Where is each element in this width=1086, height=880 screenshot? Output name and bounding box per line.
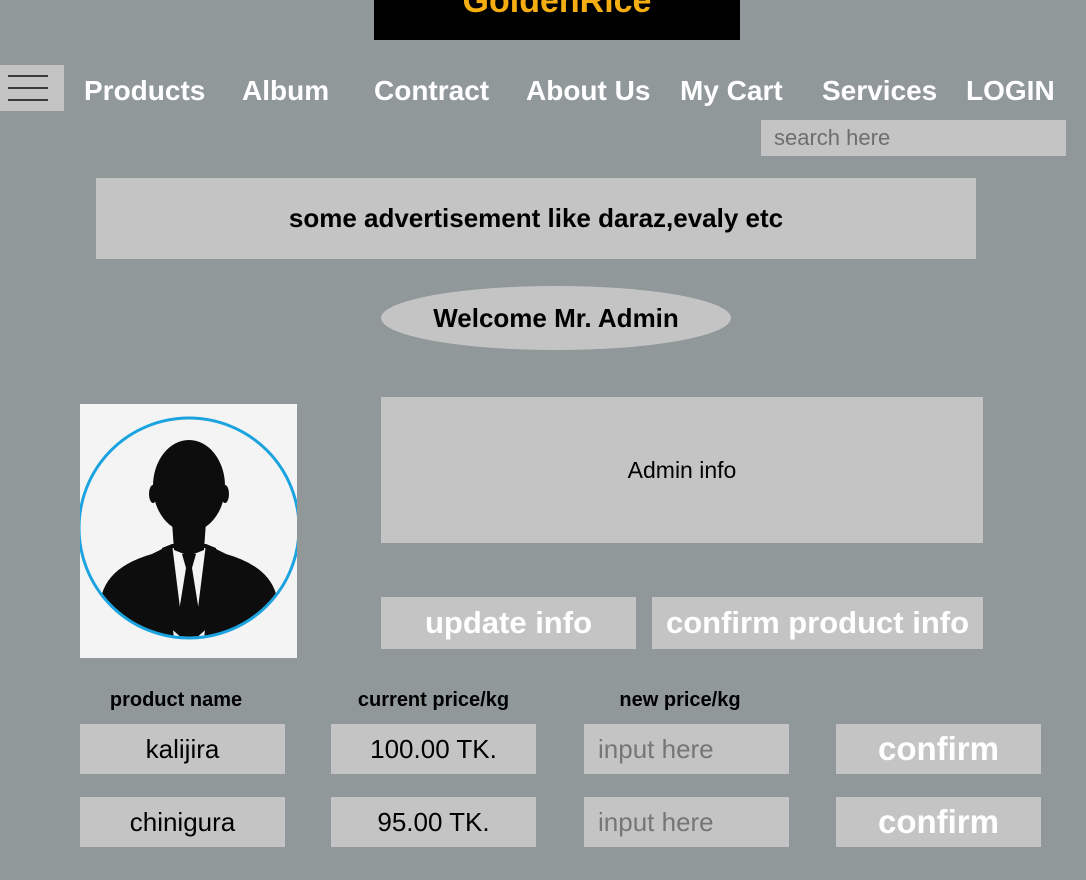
welcome-text: Welcome Mr. Admin <box>433 302 679 333</box>
advertisement-text: some advertisement like daraz,evaly etc <box>288 203 784 233</box>
brand-logo-text[interactable]: GoldenRice <box>374 0 740 21</box>
nav-about-us[interactable]: About Us <box>526 74 650 108</box>
product-name-cell: chinigura <box>80 797 285 847</box>
new-price-input[interactable] <box>584 797 789 847</box>
confirm-product-info-button[interactable]: confirm product info <box>652 597 983 649</box>
header-product-name: product name <box>109 689 243 711</box>
advertisement-banner[interactable]: some advertisement like daraz,evaly etc <box>96 178 976 259</box>
current-price-cell: 95.00 TK. <box>331 797 536 847</box>
current-price-cell: 100.00 TK. <box>331 724 536 774</box>
header-new-price: new price/kg <box>619 689 741 711</box>
nav-products[interactable]: Products <box>84 74 205 108</box>
brand-bar: GoldenRice <box>374 0 740 40</box>
nav-services[interactable]: Services <box>822 74 937 108</box>
admin-info-label: Admin info <box>627 456 737 483</box>
header-current-price: current price/kg <box>357 689 510 711</box>
avatar <box>80 404 297 658</box>
search-input[interactable] <box>761 120 1066 156</box>
menu-button[interactable] <box>0 65 64 111</box>
welcome-badge: Welcome Mr. Admin <box>381 286 731 350</box>
nav-contract[interactable]: Contract <box>374 74 489 108</box>
confirm-price-button[interactable]: confirm <box>836 797 1041 847</box>
confirm-price-button[interactable]: confirm <box>836 724 1041 774</box>
nav-login[interactable]: LOGIN <box>966 74 1055 108</box>
admin-info-panel: Admin info <box>381 397 983 543</box>
update-info-button[interactable]: update info <box>381 597 636 649</box>
product-name-cell: kalijira <box>80 724 285 774</box>
user-silhouette-icon <box>80 416 297 640</box>
nav-my-cart[interactable]: My Cart <box>680 74 783 108</box>
nav-album[interactable]: Album <box>242 74 329 108</box>
new-price-input[interactable] <box>584 724 789 774</box>
